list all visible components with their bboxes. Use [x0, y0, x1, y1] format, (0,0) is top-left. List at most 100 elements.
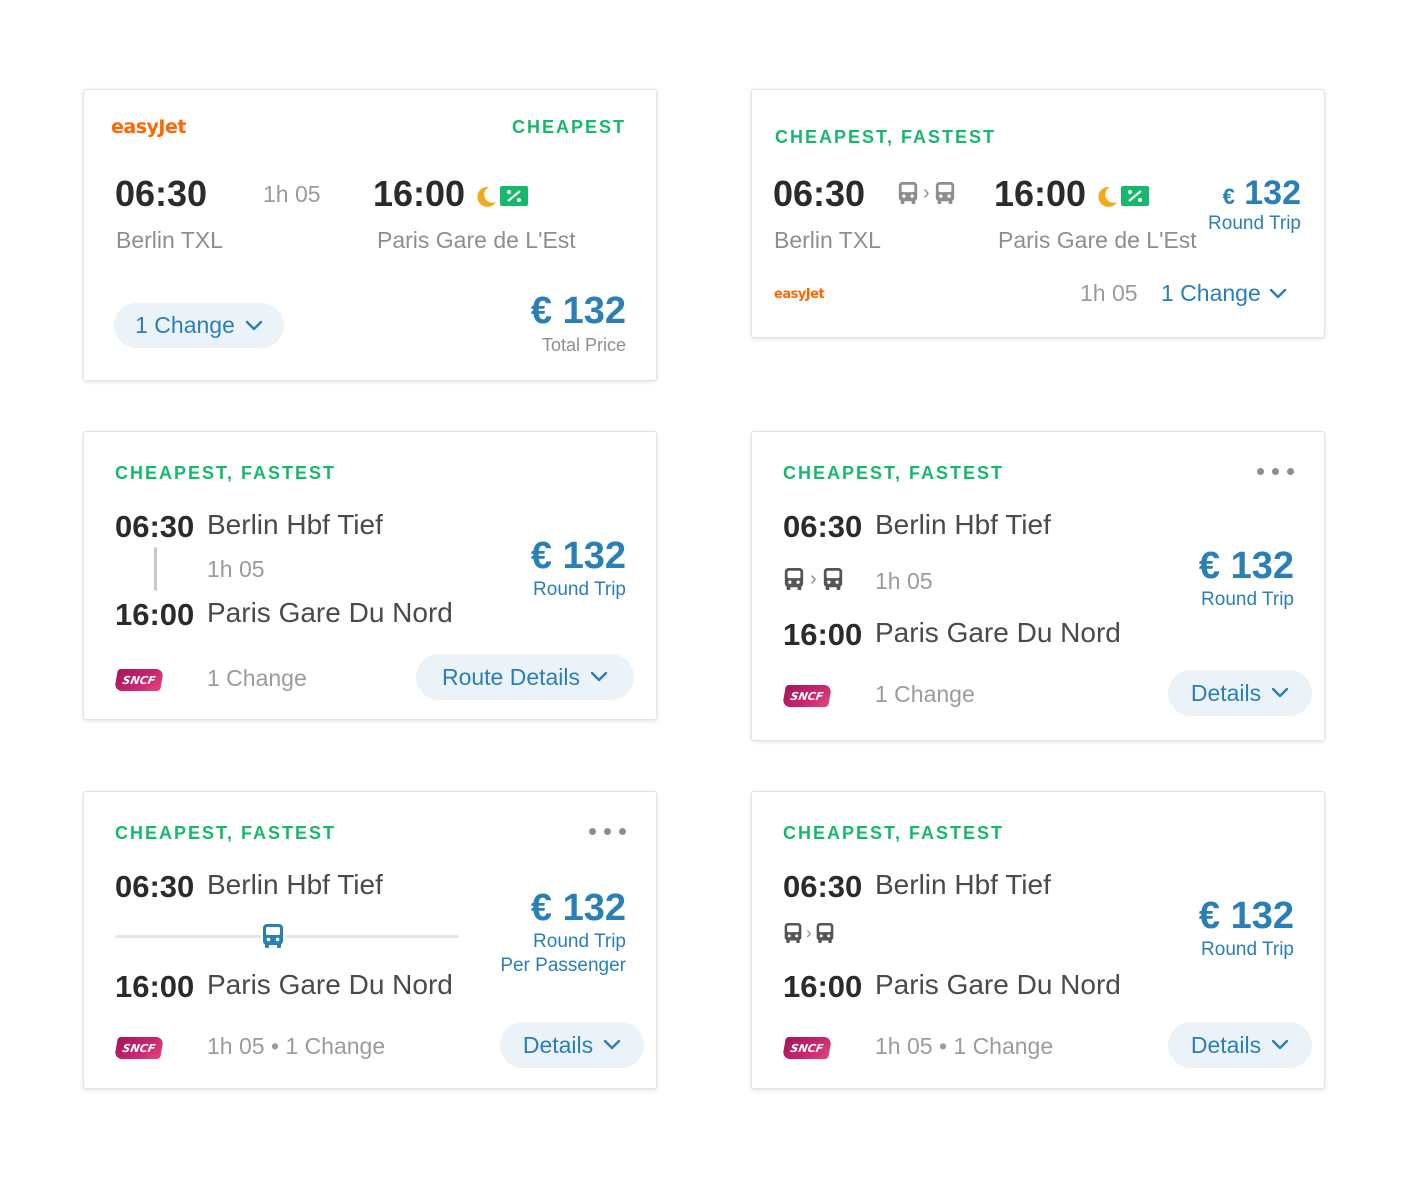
arrow-icon: › — [806, 923, 812, 942]
result-card-5[interactable]: CHEAPEST, FASTEST 06:30 Berlin Hbf Tief … — [83, 791, 657, 1089]
chevron-down-icon — [1271, 687, 1289, 699]
chevron-down-icon — [603, 1039, 621, 1051]
price-sublabel: Per Passenger — [500, 955, 626, 976]
journey-line — [154, 547, 157, 591]
departure-station: Berlin TXL — [116, 227, 223, 253]
result-card-4[interactable]: CHEAPEST, FASTEST 06:30 Berlin Hbf Tief … — [751, 431, 1325, 741]
changes-label: 1 Change — [1161, 280, 1261, 306]
departure-time: 06:30 — [773, 173, 866, 214]
arrival-time: 16:00 — [115, 597, 195, 632]
route-details-button[interactable]: Route Details — [416, 654, 634, 700]
bus-icon — [897, 180, 919, 206]
duration: 1h 05 — [1080, 280, 1138, 306]
details-label: Details — [1190, 1031, 1262, 1058]
duration: 1h 05 — [875, 568, 933, 594]
departure-time: 06:30 — [115, 869, 195, 904]
changes-button[interactable]: 1 Change — [114, 303, 284, 348]
price-label: Round Trip — [1201, 589, 1294, 610]
bus-icon — [815, 922, 835, 944]
more-dots-icon[interactable] — [589, 828, 626, 835]
result-card-2[interactable]: CHEAPEST, FASTEST 06:30 › 16:00 € 132 Ro… — [751, 89, 1325, 338]
sncf-logo: SNCF — [782, 685, 832, 707]
details-button[interactable]: Details — [1168, 670, 1312, 716]
arrival-station: Paris Gare de L'Est — [998, 227, 1197, 253]
departure-station: Berlin Hbf Tief — [207, 509, 383, 540]
departure-time: 06:30 — [783, 509, 863, 544]
price-label: Total Price — [541, 335, 626, 355]
details-label: Route Details — [441, 663, 581, 690]
bus-icon — [261, 922, 285, 950]
transport-modes: › — [783, 566, 844, 592]
departure-station: Berlin Hbf Tief — [875, 509, 1051, 540]
moon-icon — [474, 185, 498, 209]
duration: 1h 05 — [207, 556, 265, 582]
details-label: Details — [1190, 679, 1262, 706]
price-currency: € — [1222, 184, 1235, 209]
ticket-icon — [500, 186, 528, 206]
price: € 132 — [1223, 174, 1301, 213]
price: € 132 — [530, 290, 626, 332]
arrival-time: 16:00 — [783, 969, 863, 1004]
transport-modes: › — [897, 180, 956, 206]
arrow-icon: › — [810, 567, 817, 590]
departure-time: 06:30 — [115, 509, 195, 544]
chevron-down-icon — [1271, 1039, 1289, 1051]
journey-line — [115, 935, 459, 938]
badge-tag: CHEAPEST, FASTEST — [783, 823, 1005, 843]
arrival-station: Paris Gare de L'Est — [377, 227, 576, 253]
chevron-down-icon — [245, 320, 263, 332]
bus-icon — [822, 566, 844, 592]
sncf-logo: SNCF — [782, 1037, 832, 1059]
changes-info: 1 Change — [207, 665, 307, 691]
arrival-station: Paris Gare Du Nord — [207, 597, 453, 628]
arrival-time: 16:00 — [994, 173, 1087, 214]
price-label: Round Trip — [1208, 213, 1301, 234]
arrival-station: Paris Gare Du Nord — [875, 617, 1121, 648]
badge-tag: CHEAPEST, FASTEST — [115, 463, 337, 483]
bus-icon — [783, 922, 803, 944]
sncf-logo: SNCF — [114, 1037, 164, 1059]
bus-icon — [934, 180, 956, 206]
sncf-logo: SNCF — [114, 669, 164, 691]
badge-tag: CHEAPEST, FASTEST — [775, 127, 997, 147]
departure-station: Berlin Hbf Tief — [207, 869, 383, 900]
ticket-icon — [1121, 186, 1149, 206]
price: € 132 — [530, 535, 626, 577]
arrival-time: 16:00 — [373, 173, 466, 214]
more-dots-icon[interactable] — [1257, 468, 1294, 475]
arrival-station: Paris Gare Du Nord — [207, 969, 453, 1000]
departure-station: Berlin TXL — [774, 227, 881, 253]
departure-time: 06:30 — [783, 869, 863, 904]
details-button[interactable]: Details — [500, 1022, 644, 1068]
result-card-6[interactable]: CHEAPEST, FASTEST 06:30 Berlin Hbf Tief … — [751, 791, 1325, 1089]
arrival-time: 16:00 — [783, 617, 863, 652]
details-button[interactable]: Details — [1168, 1022, 1312, 1068]
price: € 132 — [530, 887, 626, 929]
chevron-down-icon — [590, 671, 608, 683]
departure-station: Berlin Hbf Tief — [875, 869, 1051, 900]
result-card-1[interactable]: easyJet CHEAPEST 06:30 1h 05 16:00 Berli… — [83, 89, 657, 381]
price: € 132 — [1198, 545, 1294, 587]
price-amount: 132 — [1244, 174, 1301, 212]
price-label: Round Trip — [1201, 939, 1294, 960]
transport-modes: › — [783, 922, 835, 944]
badge-tag: CHEAPEST — [511, 117, 626, 137]
badge-tag: CHEAPEST, FASTEST — [115, 823, 337, 843]
duration: 1h 05 — [263, 181, 321, 207]
arrival-station: Paris Gare Du Nord — [875, 969, 1121, 1000]
moon-icon — [1095, 185, 1119, 209]
bus-icon — [783, 566, 805, 592]
price-label: Round Trip — [533, 579, 626, 600]
arrow-icon: › — [923, 181, 930, 204]
duration-changes-info: 1h 05 • 1 Change — [875, 1033, 1054, 1059]
changes-label: 1 Change — [135, 312, 235, 338]
price: € 132 — [1198, 895, 1294, 937]
departure-time: 06:30 — [115, 173, 208, 214]
arrival-time: 16:00 — [115, 969, 195, 1004]
easyjet-logo: easyJet — [111, 116, 186, 138]
changes-link[interactable]: 1 Change — [1161, 280, 1287, 307]
changes-info: 1 Change — [875, 681, 975, 707]
result-card-3[interactable]: CHEAPEST, FASTEST 06:30 Berlin Hbf Tief … — [83, 431, 657, 720]
price-label: Round Trip — [533, 931, 626, 952]
duration-changes-info: 1h 05 • 1 Change — [207, 1033, 386, 1059]
